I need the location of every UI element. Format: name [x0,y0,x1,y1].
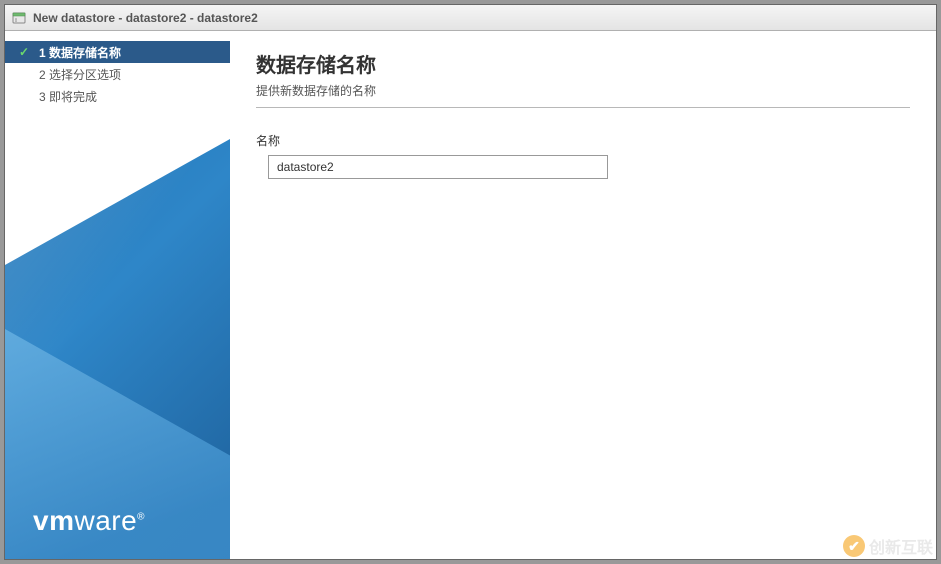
wizard-step-1[interactable]: ✓ 1 数据存储名称 [5,41,230,63]
wizard-step-label: 1 数据存储名称 [39,44,230,61]
datastore-name-input[interactable] [268,155,608,179]
wizard-step-label: 3 即将完成 [39,88,230,105]
dialog-window: New datastore - datastore2 - datastore2 … [4,4,937,560]
page-title: 数据存储名称 [256,49,910,78]
name-label: 名称 [256,132,910,149]
wizard-content: 数据存储名称 提供新数据存储的名称 名称 [230,31,936,559]
vmware-logo: vmware® [33,505,145,537]
wizard-sidebar: ✓ 1 数据存储名称 ✓ 2 选择分区选项 ✓ 3 即将完成 vmwa [5,31,230,559]
page-subtitle: 提供新数据存储的名称 [256,82,910,108]
titlebar: New datastore - datastore2 - datastore2 [5,5,936,31]
window-title: New datastore - datastore2 - datastore2 [33,11,258,25]
dialog-body: ✓ 1 数据存储名称 ✓ 2 选择分区选项 ✓ 3 即将完成 vmwa [5,31,936,559]
wizard-step-2[interactable]: ✓ 2 选择分区选项 [5,63,230,85]
wizard-step-3[interactable]: ✓ 3 即将完成 [5,85,230,107]
wizard-step-label: 2 选择分区选项 [39,66,230,83]
check-icon: ✓ [19,45,33,59]
datastore-icon [11,10,27,26]
